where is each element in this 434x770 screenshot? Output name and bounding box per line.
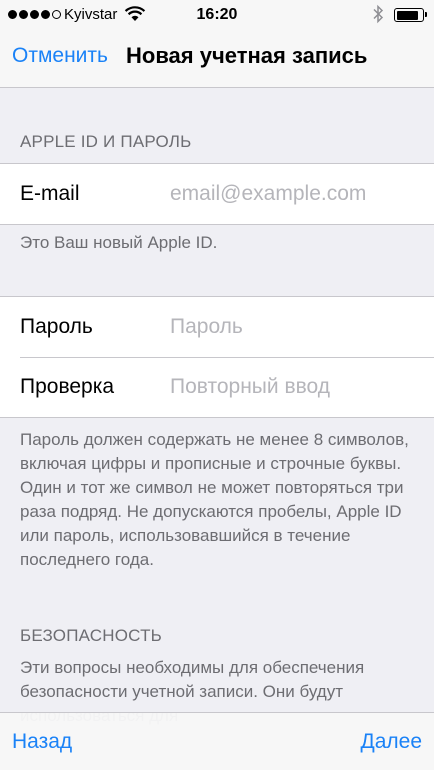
password-label: Пароль — [20, 315, 93, 338]
section-header-security: БЕЗОПАСНОСТЬ — [20, 626, 163, 645]
cancel-button[interactable]: Отменить — [12, 44, 108, 68]
clock: 16:20 — [196, 6, 238, 23]
status-bar: Kyivstar 16:20 — [0, 0, 434, 30]
verify-password-field[interactable] — [170, 370, 420, 404]
verify-label: Проверка — [20, 375, 115, 398]
battery-icon — [394, 8, 427, 22]
password-cell[interactable]: Пароль — [0, 297, 434, 357]
page-title: Новая учетная запись — [126, 43, 368, 68]
password-field[interactable] — [170, 310, 420, 344]
next-button[interactable]: Далее — [360, 730, 422, 754]
password-rules-footnote: Пароль должен содержать не менее 8 симво… — [20, 430, 409, 569]
back-button[interactable]: Назад — [12, 730, 72, 754]
verify-cell[interactable]: Проверка — [0, 357, 434, 417]
section-header-apple-id: APPLE ID И ПАРОЛЬ — [20, 132, 192, 151]
apple-id-group: E-mail — [0, 163, 434, 225]
top-bar: Kyivstar 16:20 Отменить Новая учетная за… — [0, 0, 434, 88]
bottom-toolbar: Назад Далее — [0, 712, 434, 770]
apple-id-footnote: Это Ваш новый Apple ID. — [20, 233, 218, 252]
email-label: E-mail — [20, 182, 80, 205]
password-group: Пароль Проверка — [0, 296, 434, 418]
screen: Kyivstar 16:20 Отменить Новая учетная за… — [0, 0, 434, 770]
bluetooth-icon — [373, 4, 384, 24]
battery-fill — [396, 10, 419, 20]
email-field[interactable] — [170, 177, 420, 211]
email-cell[interactable]: E-mail — [0, 164, 434, 224]
navigation-bar: Отменить Новая учетная запись — [0, 30, 434, 88]
